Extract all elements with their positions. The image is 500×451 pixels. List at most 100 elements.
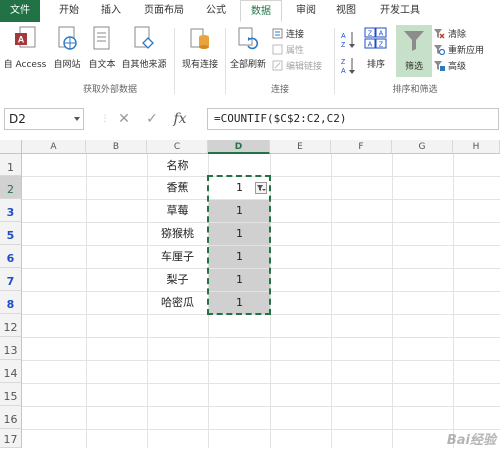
- sort-label: 排序: [366, 60, 385, 70]
- svg-text:Z: Z: [341, 42, 346, 49]
- sort-button[interactable]: Z A A Z 排序: [360, 26, 392, 70]
- existing-connections-label: 现有连接: [181, 60, 218, 70]
- from-web-button[interactable]: 自网站: [50, 26, 84, 70]
- tab-formulas[interactable]: 公式: [198, 0, 234, 22]
- reapply-icon: [434, 45, 445, 55]
- other-sources-icon: [134, 26, 154, 49]
- gridline: [22, 360, 500, 361]
- tab-home[interactable]: 开始: [50, 0, 88, 22]
- tab-insert[interactable]: 插入: [92, 0, 130, 22]
- ribbon-tabbar: 文件 开始 插入 页面布局 公式 数据 审阅 视图 开发工具: [0, 0, 500, 23]
- gridline: [22, 406, 500, 407]
- from-other-sources-label: 自其他来源: [121, 60, 167, 70]
- row-header-15[interactable]: 15: [0, 383, 22, 406]
- tab-review[interactable]: 审阅: [288, 0, 324, 22]
- advanced-filter-button[interactable]: 高级: [434, 60, 466, 74]
- row-header-1[interactable]: 1: [0, 154, 22, 176]
- column-header-b[interactable]: B: [86, 140, 147, 154]
- column-header-f[interactable]: F: [331, 140, 392, 154]
- refresh-all-button[interactable]: 全部刷新: [228, 26, 268, 70]
- worksheet-grid[interactable]: A B C D E F G H 1 2 3 5 6 7 8 12 13 14 1…: [0, 140, 500, 448]
- tab-page-layout[interactable]: 页面布局: [134, 0, 194, 22]
- formula-bar: D2 ⋮ ✕ ✓ fx =COUNTIF($C$2:C2,C2): [0, 98, 500, 140]
- insert-function-icon[interactable]: fx: [171, 110, 189, 128]
- svg-text:Z: Z: [379, 42, 384, 49]
- tab-view[interactable]: 视图: [328, 0, 364, 22]
- properties-icon: [272, 44, 283, 55]
- name-box[interactable]: D2: [4, 108, 84, 130]
- group-separator: [225, 28, 226, 94]
- cell-c1[interactable]: 名称: [147, 154, 208, 176]
- advanced-filter-icon: [434, 61, 445, 71]
- group-separator: [334, 28, 335, 94]
- row-header-5[interactable]: 5: [0, 222, 22, 245]
- group-label-sort-filter: 排序和筛选: [392, 85, 438, 95]
- access-icon: A: [15, 26, 36, 48]
- clear-filter-icon: [434, 29, 445, 39]
- column-header-g[interactable]: G: [392, 140, 453, 154]
- cancel-entry-icon[interactable]: ✕: [115, 110, 133, 128]
- column-header-h[interactable]: H: [453, 140, 500, 154]
- edit-links-button[interactable]: 编辑链接: [272, 60, 322, 74]
- formula-bar-grip-icon: ⋮: [100, 114, 110, 124]
- select-all-corner[interactable]: [0, 140, 22, 154]
- svg-text:A: A: [341, 33, 346, 40]
- row-header-17[interactable]: 17: [0, 429, 22, 448]
- cell-c2[interactable]: 香蕉: [147, 176, 208, 199]
- cell-c8[interactable]: 哈密瓜: [147, 291, 208, 314]
- existing-connections-button[interactable]: 现有连接: [178, 26, 222, 70]
- copy-marquee: [207, 175, 271, 315]
- from-other-sources-button[interactable]: 自其他来源: [118, 26, 170, 70]
- ribbon-data: A 自 Access 自网站 自文本 自其他来源 现有连接 获取外部数据 全部刷…: [0, 22, 500, 99]
- tab-file[interactable]: 文件: [0, 0, 40, 22]
- row-header-7[interactable]: 7: [0, 268, 22, 291]
- row-header-8[interactable]: 8: [0, 291, 22, 314]
- from-access-button[interactable]: A 自 Access: [2, 26, 48, 70]
- existing-connections-icon: [190, 28, 209, 49]
- column-header-e[interactable]: E: [270, 140, 331, 154]
- confirm-entry-icon[interactable]: ✓: [143, 110, 161, 128]
- svg-text:A: A: [368, 42, 373, 49]
- row-header-6[interactable]: 6: [0, 245, 22, 268]
- sort-descending-button[interactable]: Z A: [340, 56, 358, 75]
- row-header-14[interactable]: 14: [0, 360, 22, 383]
- column-header-c[interactable]: C: [147, 140, 208, 154]
- row-header-12[interactable]: 12: [0, 314, 22, 337]
- column-header-d[interactable]: D: [208, 140, 270, 154]
- reapply-button[interactable]: 重新应用: [434, 44, 484, 58]
- group-label-get-external: 获取外部数据: [82, 85, 137, 95]
- tab-data[interactable]: 数据: [240, 0, 282, 22]
- from-web-label: 自网站: [53, 60, 81, 70]
- cell-c3[interactable]: 草莓: [147, 199, 208, 222]
- clear-filter-button[interactable]: 清除: [434, 28, 466, 42]
- svg-text:Z: Z: [368, 31, 373, 38]
- from-text-button[interactable]: 自文本: [86, 26, 118, 70]
- refresh-icon: [238, 27, 259, 50]
- row-header-2[interactable]: 2: [0, 176, 22, 199]
- group-label-connections: 连接: [270, 85, 289, 95]
- row-header-16[interactable]: 16: [0, 406, 22, 429]
- web-icon: [58, 26, 77, 50]
- properties-button[interactable]: 属性: [272, 44, 304, 58]
- cell-c6[interactable]: 车厘子: [147, 245, 208, 268]
- row-header-13[interactable]: 13: [0, 337, 22, 360]
- edit-links-icon: [272, 60, 283, 71]
- svg-text:A: A: [341, 68, 346, 75]
- from-access-label: 自 Access: [3, 60, 47, 70]
- filter-button[interactable]: 筛选: [396, 25, 432, 77]
- formula-input[interactable]: =COUNTIF($C$2:C2,C2): [207, 108, 499, 130]
- cell-c7[interactable]: 梨子: [147, 268, 208, 291]
- row-header-3[interactable]: 3: [0, 199, 22, 222]
- column-header-a[interactable]: A: [22, 140, 86, 154]
- watermark: Bai经验: [446, 433, 496, 448]
- cell-c5[interactable]: 猕猴桃: [147, 222, 208, 245]
- tab-developer[interactable]: 开发工具: [370, 0, 430, 22]
- gridline: [22, 383, 500, 384]
- from-text-label: 自文本: [88, 60, 116, 70]
- sort-dialog-icon: Z A A Z: [364, 27, 387, 49]
- sort-az-icon: A Z: [341, 32, 355, 49]
- refresh-all-label: 全部刷新: [229, 60, 266, 70]
- connections-button[interactable]: 连接: [272, 28, 304, 42]
- name-box-dropdown-icon[interactable]: [74, 117, 80, 121]
- sort-ascending-button[interactable]: A Z: [340, 30, 358, 49]
